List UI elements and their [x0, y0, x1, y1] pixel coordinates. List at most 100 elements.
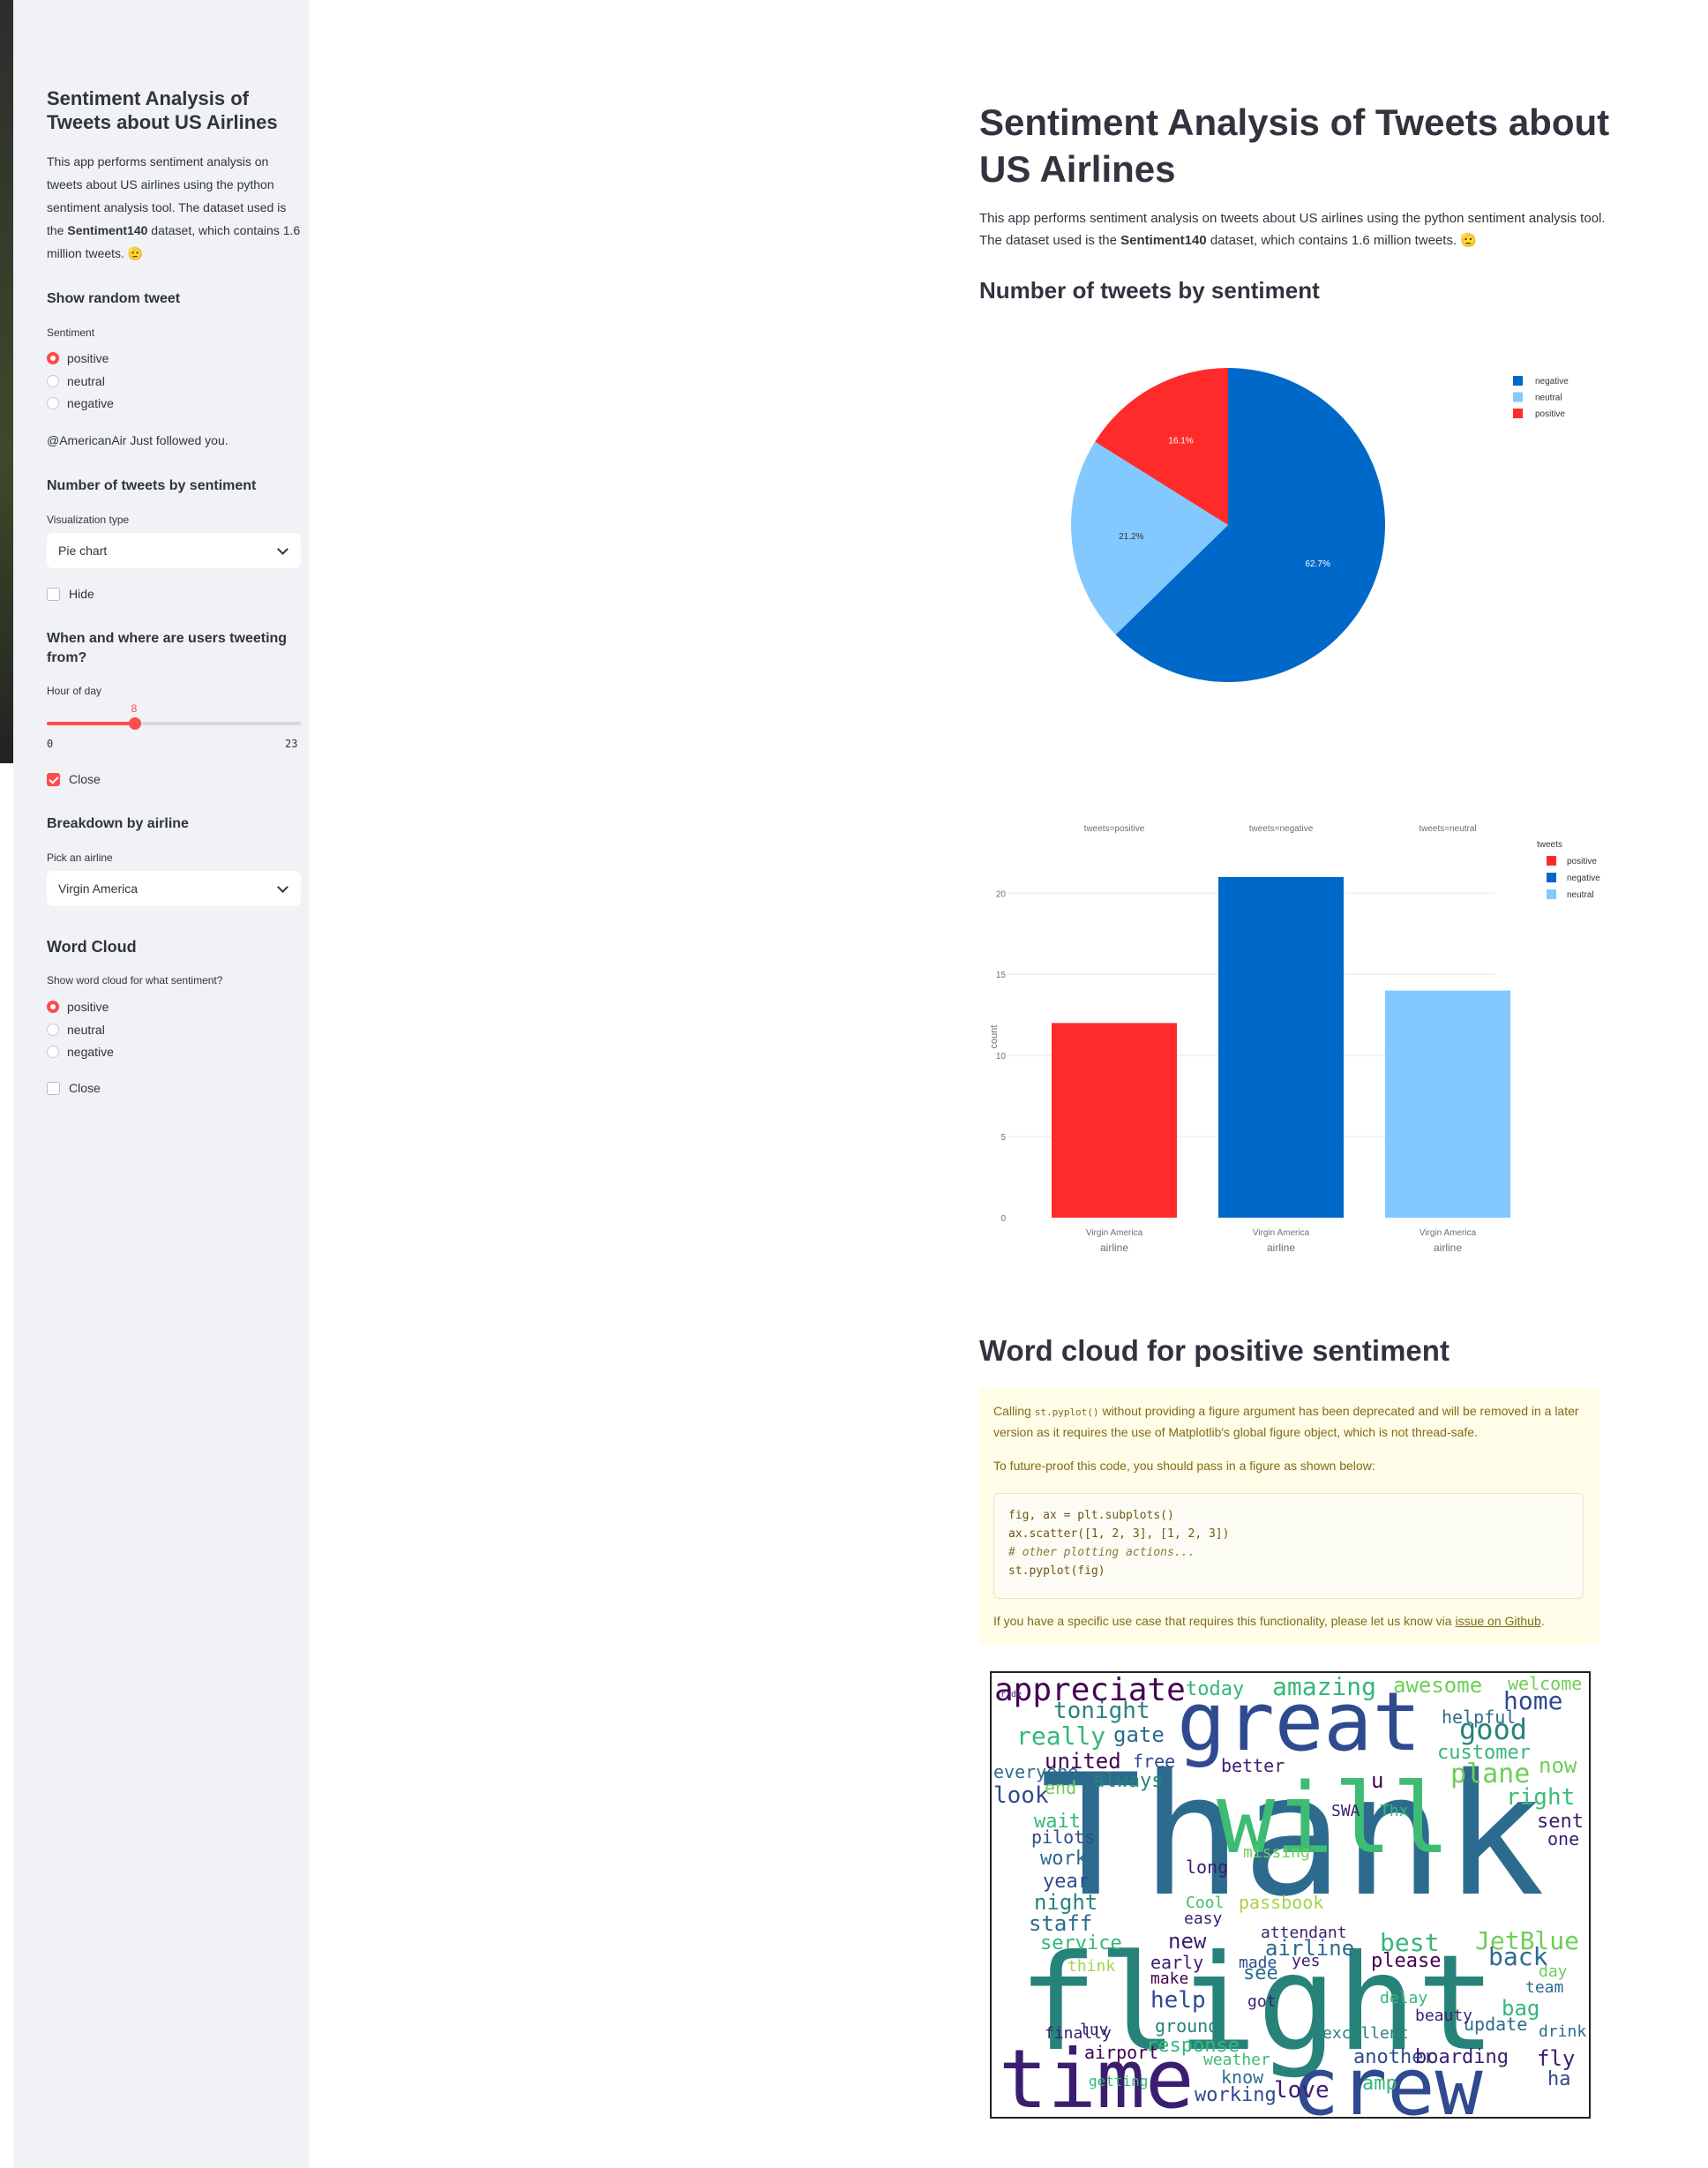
legend-label: positive: [1567, 857, 1597, 866]
word-cloud-word: delay: [1380, 1989, 1428, 2007]
desc-bold: Sentiment140: [1120, 233, 1207, 248]
page-title: Sentiment Analysis of Tweets about US Ai…: [979, 101, 1610, 190]
word-cloud-word: tonight: [1053, 1698, 1150, 1724]
slider-fill: [47, 722, 136, 725]
slider-min: 0: [47, 738, 54, 750]
word-cloud-word: helpful: [1442, 1707, 1517, 1728]
select-value: Virgin America: [58, 881, 139, 896]
word-cloud-word: love: [1274, 2077, 1330, 2104]
bar-positive: [1052, 1023, 1177, 1218]
wc-radio-negative[interactable]: negative: [47, 1043, 114, 1061]
y-tick-label: 10: [996, 1052, 1007, 1061]
radio-indicator[interactable]: [47, 352, 59, 364]
x-axis-label: airline: [1434, 1242, 1462, 1254]
breakdown-heading: Breakdown by airline: [47, 816, 189, 831]
x-tick-label: Virgin America: [1086, 1228, 1143, 1238]
close-checkbox-when-where[interactable]: Close: [47, 770, 101, 788]
word-cloud-word: see: [1243, 1962, 1278, 1984]
word-cloud-word: beauty: [1415, 2007, 1473, 2025]
bar-negative: [1218, 876, 1344, 1218]
sidebar-description: This app performs sentiment analysis on …: [47, 150, 303, 265]
github-issue-link[interactable]: issue on Github: [1455, 1614, 1540, 1628]
deprecation-warning: Calling st.pyplot() without providing a …: [979, 1387, 1599, 1645]
y-tick-label: 0: [1000, 1214, 1006, 1224]
radio-indicator[interactable]: [47, 1001, 59, 1013]
code-line: fig, ax = plt.subplots(): [1008, 1509, 1174, 1522]
word-cloud-word: u: [1371, 1768, 1384, 1793]
when-where-heading: When and where are users tweeting from?: [47, 631, 288, 665]
legend-swatch-neutral: [1547, 889, 1556, 899]
warning-text: If you have a specific use case that req…: [993, 1614, 1456, 1628]
desc-text-2: dataset, which contains 1.6 million twee…: [1206, 233, 1457, 248]
word-cloud-word: long: [1186, 1857, 1229, 1878]
y-tick-label: 20: [996, 889, 1007, 899]
word-cloud-word: one: [1547, 1828, 1580, 1849]
sidebar-title: Sentiment Analysis of Tweets about US Ai…: [47, 87, 278, 133]
pie-value-label: 21.2%: [1119, 532, 1143, 542]
word-cloud-word: ground: [1155, 2015, 1219, 2037]
close-checkbox-word-cloud[interactable]: Close: [47, 1079, 101, 1097]
radio-positive[interactable]: positive: [47, 349, 109, 367]
hide-checkbox[interactable]: Hide: [47, 585, 94, 603]
slider-thumb[interactable]: [129, 717, 142, 730]
word-cloud-word: service: [1040, 1932, 1122, 1954]
sidebar-desc-bold: Sentiment140: [67, 223, 148, 237]
word-cloud-word: yes: [1292, 1952, 1321, 1970]
facet-title: tweets=positive: [1084, 824, 1145, 834]
airline-select[interactable]: Virgin America: [47, 871, 301, 906]
radio-label: negative: [67, 396, 114, 410]
radio-label: neutral: [67, 374, 105, 388]
radio-indicator[interactable]: [47, 375, 59, 387]
word-cloud-word: working: [1195, 2084, 1277, 2106]
bar-neutral: [1385, 990, 1510, 1218]
radio-indicator[interactable]: [47, 1024, 59, 1036]
word-cloud-word: got: [1247, 1992, 1277, 2011]
word-cloud-word: think: [1068, 1957, 1116, 1976]
word-cloud-word: bag: [1502, 1996, 1540, 2021]
word-cloud-word: night: [1034, 1890, 1098, 1915]
x-axis-label: airline: [1100, 1242, 1128, 1254]
word-cloud-word: SWA: [1331, 1802, 1360, 1820]
word-cloud-word: passbook: [1239, 1892, 1324, 1913]
visualization-type-label: Visualization type: [47, 514, 130, 526]
warning-text-3: If you have a specific use case that req…: [993, 1611, 1589, 1632]
x-tick-label: Virgin America: [1253, 1228, 1310, 1238]
legend-swatch-positive: [1513, 409, 1523, 418]
warning-inline-code: st.pyplot(): [1034, 1407, 1099, 1418]
word-cloud-word: make: [1150, 1969, 1189, 1988]
radio-indicator[interactable]: [47, 397, 59, 409]
word-cloud-word: year: [1043, 1871, 1090, 1893]
legend-label: neutral: [1567, 890, 1594, 900]
radio-negative[interactable]: negative: [47, 394, 114, 412]
legend-swatch-negative: [1547, 873, 1556, 882]
word-cloud-heading: Word Cloud: [47, 938, 137, 956]
code-line: ax.scatter([1, 2, 3], [1, 2, 3]): [1008, 1527, 1230, 1541]
slider-max: 23: [285, 738, 298, 750]
warning-text: .: [1540, 1614, 1545, 1628]
warning-text-2: To future-proof this code, you should pa…: [993, 1459, 1375, 1473]
legend-label: negative: [1567, 874, 1600, 883]
wc-radio-neutral[interactable]: neutral: [47, 1021, 105, 1039]
word-cloud-word: awesome: [1393, 1673, 1483, 1698]
radio-label: negative: [67, 1045, 114, 1059]
word-cloud-word: getting: [1089, 2073, 1149, 2089]
word-cloud-word: Thx: [1380, 1802, 1409, 1820]
visualization-type-select[interactable]: Pie chart: [47, 533, 301, 568]
word-cloud-word: free: [1133, 1751, 1176, 1772]
word-cloud-word: team: [1525, 1978, 1564, 1997]
checkbox-box[interactable]: [47, 1081, 60, 1095]
radio-indicator[interactable]: [47, 1046, 59, 1058]
sidebar: Sentiment Analysis of Tweets about US Ai…: [13, 0, 309, 2168]
checkbox-box[interactable]: [47, 772, 60, 786]
chevron-down-icon[interactable]: [277, 544, 288, 555]
warning-text-1: Calling st.pyplot() without providing a …: [993, 1401, 1589, 1443]
checkbox-box[interactable]: [47, 587, 60, 601]
word-cloud-word: drink: [1539, 2022, 1587, 2041]
radio-label: positive: [67, 1000, 109, 1014]
radio-neutral[interactable]: neutral: [47, 372, 105, 390]
hour-slider-track[interactable]: [47, 717, 301, 730]
chevron-down-icon[interactable]: [277, 881, 288, 893]
word-cloud-word: end: [1045, 1777, 1077, 1798]
hour-of-day-label: Hour of day: [47, 685, 102, 697]
wc-radio-positive[interactable]: positive: [47, 998, 109, 1016]
